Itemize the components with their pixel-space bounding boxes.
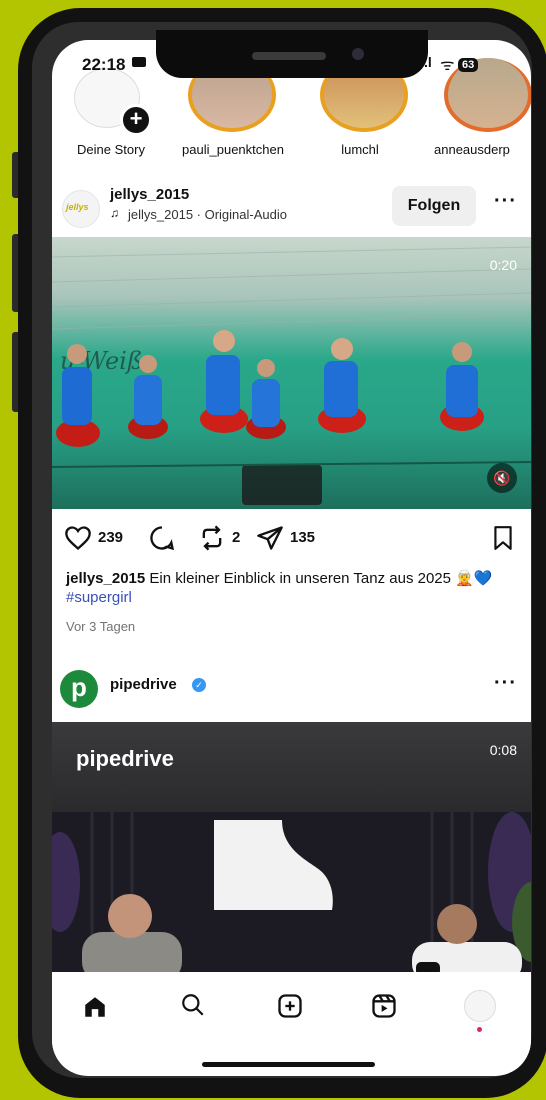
carplay-icon xyxy=(132,57,146,67)
post-avatar[interactable]: jellys xyxy=(62,190,100,228)
share-count[interactable]: 135 xyxy=(290,529,315,546)
verified-badge-icon: ✓ xyxy=(192,678,206,692)
story-label-pauli: pauli_puenktchen xyxy=(182,142,284,157)
story-own[interactable]: + xyxy=(70,68,152,136)
story-label-own: Deine Story xyxy=(77,142,145,157)
post-username-2[interactable]: pipedrive xyxy=(110,676,177,693)
status-time: 22:18 xyxy=(82,55,126,74)
music-note-icon: ♫ xyxy=(110,206,119,220)
notch xyxy=(156,30,428,78)
post-header: jellys jellys_2015 ♫ jellys_2015 · Origi… xyxy=(52,178,531,232)
activity-dot xyxy=(477,1027,482,1032)
more-options-icon-2[interactable]: ··· xyxy=(494,672,517,695)
repost-count[interactable]: 2 xyxy=(232,529,240,546)
like-count[interactable]: 239 xyxy=(98,529,123,546)
stories-row: + Deine Story pauli_puenktchen lumchl an… xyxy=(52,58,531,168)
post-caption: jellys_2015 Ein kleiner Einblick in unse… xyxy=(66,569,506,607)
home-icon[interactable] xyxy=(82,994,108,1020)
profile-avatar[interactable] xyxy=(464,990,496,1022)
bookmark-icon[interactable] xyxy=(490,524,516,552)
signal-icon: .l xyxy=(424,54,432,70)
dancers-illustration xyxy=(52,330,531,505)
post-avatar-2[interactable]: p xyxy=(60,670,98,708)
post-timestamp: Vor 3 Tagen xyxy=(66,619,136,634)
bottom-nav xyxy=(52,972,531,1072)
caption-username[interactable]: jellys_2015 xyxy=(66,570,145,587)
video-title-2: pipedrive xyxy=(76,746,174,771)
avatar-letter: p xyxy=(71,672,87,702)
caption-text: Ein kleiner Einblick in unseren Tanz aus… xyxy=(149,570,451,587)
mute-icon[interactable]: 🔇 xyxy=(487,463,517,493)
audio-label[interactable]: jellys_2015 · Original-Audio xyxy=(128,207,287,222)
video-duration-2: 0:08 xyxy=(489,742,517,758)
add-story-icon[interactable]: + xyxy=(120,104,152,136)
studio-scene xyxy=(52,812,531,982)
comment-icon[interactable] xyxy=(148,524,176,552)
home-indicator xyxy=(202,1062,375,1067)
like-icon[interactable] xyxy=(64,524,92,552)
story-label-anne: anneausderp xyxy=(434,142,510,157)
post-video-2[interactable]: pipedrive 0:08 xyxy=(52,722,531,982)
front-camera xyxy=(352,48,364,60)
create-icon[interactable] xyxy=(276,992,304,1020)
caption-hashtag[interactable]: #supergirl xyxy=(66,589,132,606)
more-options-icon[interactable]: ··· xyxy=(494,190,517,213)
speaker xyxy=(252,52,326,60)
search-icon[interactable] xyxy=(180,992,206,1018)
follow-button[interactable]: Folgen xyxy=(392,186,476,226)
reels-icon[interactable] xyxy=(370,992,398,1020)
caption-emoji: 🧝💙 xyxy=(455,570,493,587)
post-username[interactable]: jellys_2015 xyxy=(110,186,189,203)
avatar-text: jellys xyxy=(66,202,89,212)
post-header-2: p pipedrive ✓ ··· xyxy=(52,662,531,716)
battery-level: 63 xyxy=(458,58,479,72)
wifi-icon: ᯤ xyxy=(440,57,455,74)
post-actions: 239 2 135 xyxy=(52,520,531,560)
battery-icon: 63 xyxy=(458,55,479,73)
story-label-lumchl: lumchl xyxy=(341,142,379,157)
screen: + Deine Story pauli_puenktchen lumchl an… xyxy=(52,40,531,1076)
share-icon[interactable] xyxy=(256,524,284,552)
post-video[interactable]: u-Weiß 0:20 🔇 xyxy=(52,237,531,509)
repost-icon[interactable] xyxy=(198,524,226,552)
video-duration: 0:20 xyxy=(489,257,517,273)
